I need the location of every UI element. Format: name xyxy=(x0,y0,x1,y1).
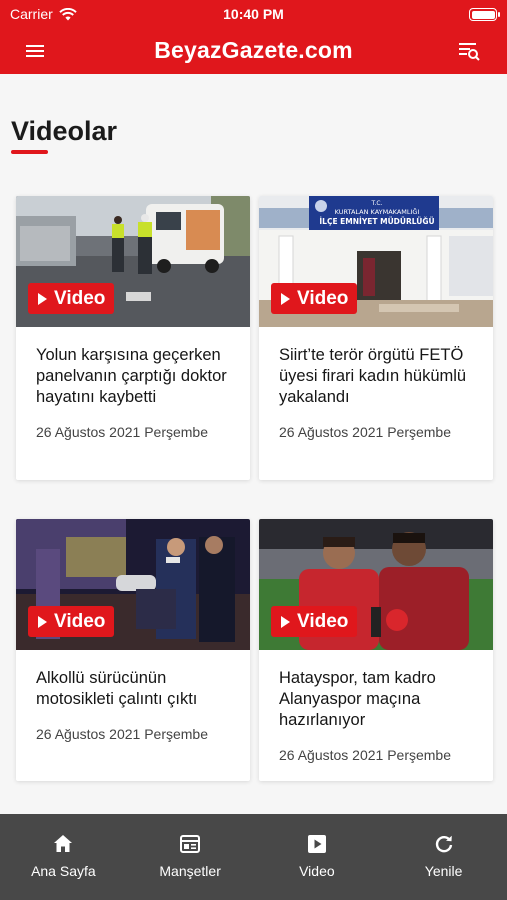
play-icon xyxy=(281,615,290,628)
play-icon xyxy=(38,615,47,628)
home-icon xyxy=(54,835,73,852)
videos-page: Videolar Video Yolun karşısına geçerken … xyxy=(0,74,507,814)
tab-headlines[interactable]: Manşetler xyxy=(127,814,254,900)
video-thumbnail[interactable]: Video xyxy=(259,519,493,650)
video-play-icon xyxy=(307,835,326,853)
video-headline[interactable]: Yolun karşısına geçerken panelvanın çarp… xyxy=(36,345,230,408)
bottom-tab-bar: Ana Sayfa Manşetler Video Yenile xyxy=(0,814,507,900)
video-headline[interactable]: Hatayspor, tam kadro Alanyaspor maçına h… xyxy=(279,668,473,731)
page-title: Videolar xyxy=(11,116,118,146)
headlines-icon xyxy=(180,835,201,853)
refresh-icon xyxy=(435,835,452,853)
video-badge-label: Video xyxy=(297,287,349,309)
video-badge: Video xyxy=(271,606,358,637)
video-badge: Video xyxy=(28,606,115,637)
tab-label: Video xyxy=(299,863,335,879)
video-thumbnail[interactable]: Video xyxy=(16,519,250,650)
video-badge: Video xyxy=(271,283,358,314)
video-headline[interactable]: Siirt’te terör örgütü FETÖ üyesi firari … xyxy=(279,345,473,408)
sign-text-line2: KURTALAN KAYMAKAMLIĞI xyxy=(335,207,420,216)
tab-refresh[interactable]: Yenile xyxy=(380,814,507,900)
sign-text-line1: T.C. xyxy=(371,200,383,207)
video-thumbnail[interactable]: T.C. KURTALAN KAYMAKAMLIĞI İLÇE EMNİYET … xyxy=(259,196,493,327)
search-list-icon[interactable] xyxy=(457,39,481,63)
video-date: 26 Ağustos 2021 Perşembe xyxy=(36,424,209,440)
tab-label: Yenile xyxy=(424,863,463,879)
tab-video[interactable]: Video xyxy=(254,814,381,900)
site-logo-title: BeyazGazete.com xyxy=(154,37,353,63)
sign-text-line3: İLÇE EMNİYET MÜDÜRLÜĞÜ xyxy=(319,217,434,226)
video-thumbnail[interactable]: Video xyxy=(16,196,250,327)
play-icon xyxy=(281,292,290,305)
clock: 10:40 PM xyxy=(223,6,284,22)
battery-icon xyxy=(469,8,500,21)
app-bar: BeyazGazete.com xyxy=(0,28,507,74)
play-icon xyxy=(38,292,47,305)
video-card[interactable]: Video Alkollü sürücünün motosikleti çalı… xyxy=(16,519,250,781)
title-underline xyxy=(11,150,48,154)
tab-label: Ana Sayfa xyxy=(31,863,96,879)
video-badge-label: Video xyxy=(54,287,106,309)
video-badge-label: Video xyxy=(297,610,349,632)
video-headline[interactable]: Alkollü sürücünün motosikleti çalıntı çı… xyxy=(36,668,230,710)
video-card[interactable]: Video Hatayspor, tam kadro Alanyaspor ma… xyxy=(259,519,493,781)
video-card[interactable]: T.C. KURTALAN KAYMAKAMLIĞI İLÇE EMNİYET … xyxy=(259,196,493,480)
video-badge-label: Video xyxy=(54,610,106,632)
video-date: 26 Ağustos 2021 Perşembe xyxy=(279,424,452,440)
video-badge: Video xyxy=(28,283,115,314)
tab-label: Manşetler xyxy=(159,863,221,879)
tab-home[interactable]: Ana Sayfa xyxy=(0,814,127,900)
status-bar: Carrier 10:40 PM xyxy=(0,0,507,28)
video-date: 26 Ağustos 2021 Perşembe xyxy=(279,747,452,763)
video-card[interactable]: Video Yolun karşısına geçerken panelvanı… xyxy=(16,196,250,480)
video-date: 26 Ağustos 2021 Perşembe xyxy=(36,726,209,742)
